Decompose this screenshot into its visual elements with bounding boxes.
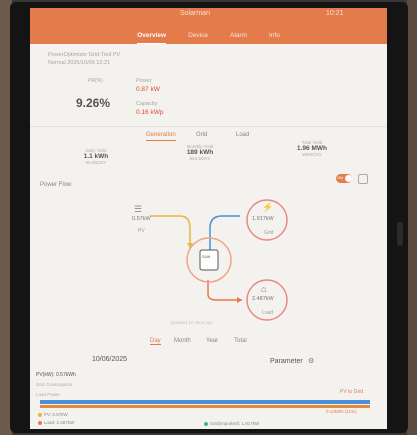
pv-label: PV: [138, 228, 145, 234]
capacity-value: 0.16 kWp: [136, 109, 164, 116]
plant-status: Normal 2025/10/06 12:21: [48, 60, 111, 66]
legend-grid: Grid(imported): 1.917kW: [210, 421, 260, 426]
grid-label: Grid: [264, 230, 274, 236]
inverter-to-load-line: [207, 280, 242, 301]
stat-daily: Daily Yield 1.1 kWh ¥0.55CNY: [66, 148, 126, 165]
flow-toggle-text: ON: [337, 175, 343, 180]
load-arrow: [237, 297, 242, 303]
tab-alarm[interactable]: Alarm: [230, 28, 247, 44]
subtab-grid[interactable]: Grid: [196, 132, 207, 138]
inverter-box: [199, 249, 219, 271]
chart-sub-grid: Grid Consumption: [36, 382, 73, 387]
stat-daily-sub: ¥0.55CNY: [85, 160, 107, 165]
grid-line: [209, 215, 240, 254]
chart-bar-grid: [40, 400, 370, 404]
status-title: Solarman: [180, 10, 210, 17]
range-tab-month[interactable]: Month: [174, 338, 191, 344]
range-tab-day[interactable]: Day: [150, 338, 161, 345]
tab-device[interactable]: Device: [188, 28, 208, 44]
stat-monthly-sub: ¥94.5CNY: [189, 156, 211, 161]
range-tab-total[interactable]: Total: [234, 338, 247, 344]
power-value: 0.87 kW: [136, 86, 160, 93]
chart-bar-pv: [40, 405, 370, 408]
background-wall-right: [407, 0, 417, 435]
stat-total-sub: ¥980CNY: [302, 152, 322, 157]
pv-to-inverter-line: [150, 215, 191, 248]
load-label: Load: [262, 310, 274, 316]
plant-name: PowerOptimizer Grid-Tied PV: [48, 52, 121, 58]
legend-load: Load: 2.487kW: [44, 420, 75, 425]
app-screen: Solarman 10:21 Overview Device Alarm Inf…: [30, 8, 387, 429]
load-power-value: 2.487kW: [252, 296, 274, 302]
tab-overview[interactable]: Overview: [137, 28, 167, 44]
chart-header: PV(kW): 0.57kWh: [36, 372, 76, 378]
home-icon: ⌂: [261, 284, 267, 294]
range-tab-year[interactable]: Year: [206, 338, 218, 344]
legend-pv: PV: 0.57kW: [44, 412, 68, 417]
divider: [30, 126, 387, 127]
chart-sub-load: Load Power: [36, 392, 61, 397]
legend-pv-dot: [38, 413, 42, 417]
chart-right-label: PV to Grid: [340, 389, 364, 395]
tablet-side-button[interactable]: [397, 222, 403, 246]
expand-icon[interactable]: [358, 174, 368, 184]
pr-label: PR(%): [88, 78, 103, 84]
transmission-tower-icon: ⚡: [262, 202, 274, 212]
pv-power-value: 0.57kW: [132, 216, 151, 222]
legend-grid-dot: [204, 422, 208, 426]
grid-power-value: 1.917kW: [252, 216, 274, 222]
stat-total-value: 1.96 MWh: [297, 145, 327, 152]
tab-info[interactable]: Info: [269, 28, 280, 44]
stat-monthly: Monthly Yield 189 kWh ¥94.5CNY: [170, 144, 230, 161]
pr-value: 9.26%: [76, 96, 111, 110]
parameter-icon: ⚙: [308, 358, 315, 365]
legend-load-dot: [38, 421, 42, 425]
power-label: Power: [136, 78, 152, 84]
date-selector[interactable]: 10/06/2025: [92, 356, 127, 363]
capacity-label: Capacity: [136, 101, 158, 107]
inverter-label: SUN: [202, 254, 211, 259]
solar-panel-icon: ☰: [134, 204, 143, 214]
stat-monthly-value: 189 kWh: [186, 149, 214, 156]
stat-total: Total Yield 1.96 MWh ¥980CNY: [282, 140, 342, 157]
flow-updated-note: Updated 10 mins ago: [170, 320, 213, 325]
chart-right-value: 0.13kWh (11%): [326, 409, 357, 414]
status-time: 10:21: [326, 10, 344, 17]
subtab-generation[interactable]: Generation: [146, 132, 176, 141]
stat-daily-value: 1.1 kWh: [83, 153, 109, 160]
parameter-button[interactable]: Parameter: [270, 358, 303, 365]
main-tabs: Overview Device Alarm Info: [30, 28, 387, 44]
subtab-load[interactable]: Load: [236, 132, 249, 138]
flow-toggle-knob: [345, 175, 352, 182]
